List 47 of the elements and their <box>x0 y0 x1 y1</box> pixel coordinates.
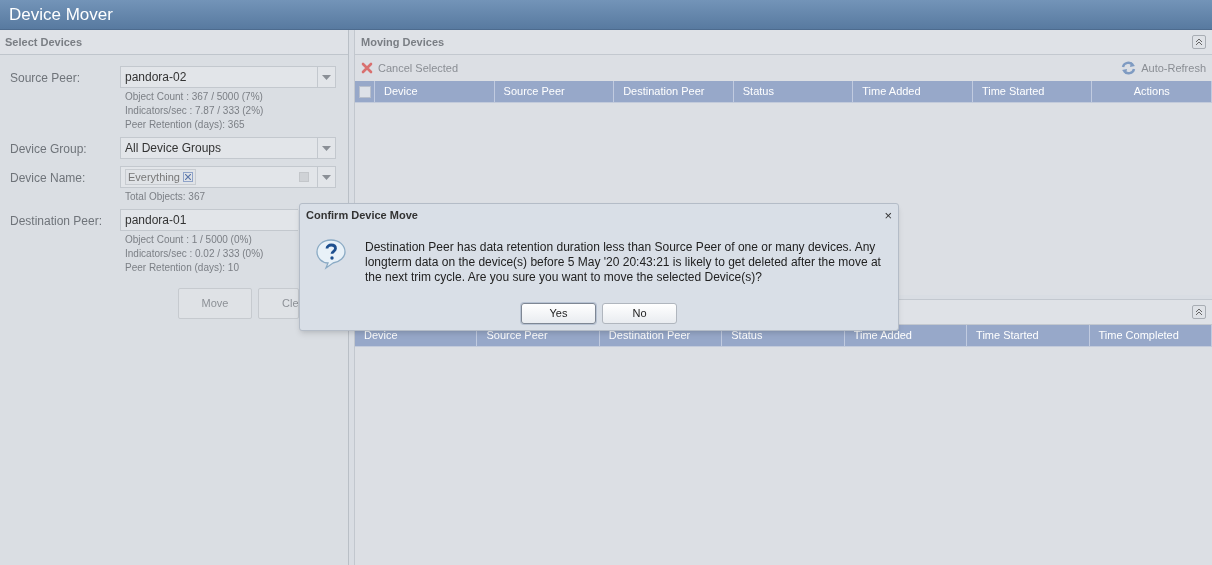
remove-tag-icon[interactable] <box>183 172 193 182</box>
column-header[interactable]: Actions <box>1092 81 1212 102</box>
cancel-selected-button[interactable]: Cancel Selected <box>361 59 459 77</box>
info-text: Object Count : 367 / 5000 (7%) <box>125 90 264 104</box>
column-header[interactable]: Status <box>733 81 854 102</box>
close-button[interactable]: × <box>884 208 892 222</box>
combo-value: All Device Groups <box>125 140 222 157</box>
refresh-icon <box>1121 61 1137 75</box>
tag-field[interactable]: Everything <box>120 166 336 188</box>
dialog-title: Confirm Device Move <box>306 207 418 223</box>
field-label: Source Peer: <box>10 70 82 87</box>
combo-box[interactable]: pandora-01 <box>120 209 298 231</box>
column-header[interactable]: Destination Peer <box>614 81 734 102</box>
cancel-icon <box>361 62 373 74</box>
field-label: Device Group: <box>10 141 88 158</box>
yes-button[interactable]: Yes <box>521 303 596 324</box>
window-title: Device Mover <box>9 3 113 26</box>
auto-refresh-button[interactable]: Auto-Refresh <box>1121 59 1206 77</box>
column-header[interactable]: Time Started <box>972 81 1093 102</box>
column-header[interactable]: Source Peer <box>494 81 615 102</box>
column-header[interactable]: Device <box>375 81 495 102</box>
column-header[interactable]: Time Added <box>853 81 973 102</box>
column-header[interactable]: Time Completed <box>1089 325 1212 346</box>
field-label: Destination Peer: <box>10 213 104 230</box>
panel-title: Moving Devices <box>361 34 445 50</box>
info-text: Peer Retention (days): 365 <box>125 118 246 132</box>
combo-box[interactable]: pandora-02 <box>120 66 336 88</box>
info-text: Total Objects: 367 <box>125 190 207 204</box>
move-button[interactable]: Move <box>178 288 252 319</box>
panel-title: Select Devices <box>5 34 83 50</box>
info-text: Indicators/sec : 7.87 / 333 (2%) <box>125 104 265 118</box>
info-text: Peer Retention (days): 10 <box>125 261 240 275</box>
no-button[interactable]: No <box>602 303 677 324</box>
info-text: Object Count : 1 / 5000 (0%) <box>125 233 253 247</box>
select-all-checkbox[interactable] <box>358 85 371 98</box>
collapse-icon[interactable] <box>1192 35 1206 49</box>
combo-box[interactable]: All Device Groups <box>120 137 336 159</box>
dialog-message: Destination Peer has data retention duration less than Source Peer of one or many devices. Any longterm data on the device(s) before 5 May '20 20:43:21 is likely to get deleted after the move at the next trim cycle. Are you sure you want to move the selected Device(s)? <box>365 239 882 285</box>
combo-value: pandora-01 <box>125 212 187 229</box>
question-icon <box>315 238 347 270</box>
info-text: Indicators/sec : 0.02 / 333 (0%) <box>125 247 265 261</box>
clear-button[interactable]: Cle <box>258 288 299 319</box>
column-header[interactable]: Time Started <box>967 325 1090 346</box>
combo-value: pandora-02 <box>125 69 187 86</box>
field-label: Device Name: <box>10 170 87 187</box>
collapse-icon[interactable] <box>1192 305 1206 319</box>
tag-label: Everything <box>128 169 180 185</box>
